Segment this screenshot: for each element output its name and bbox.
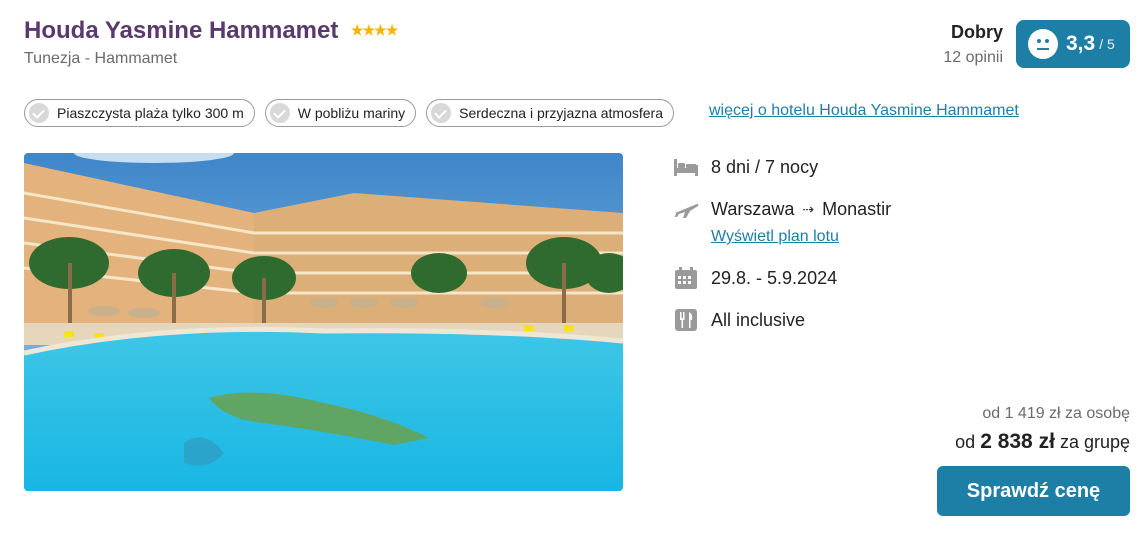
rating-max: / 5 [1099,36,1115,52]
reviews-count[interactable]: 12 opinii [943,49,1003,67]
rating-label: Dobry [950,22,1003,42]
board-text: All inclusive [711,309,806,330]
restaurant-icon [673,308,699,332]
trip-duration: 8 dni / 7 nocy [673,155,818,179]
calendar-icon [673,266,699,290]
flight-plan-link[interactable]: Wyświetl plan lotu [711,228,839,246]
feature-label: Piaszczysta plaża tylko 300 m [57,105,244,121]
hotel-title[interactable]: Houda Yasmine Hammamet ★★★★ [24,14,399,45]
hotel-photo[interactable] [24,153,623,491]
route-arrow-icon: ⇢ [802,200,815,217]
star-rating: ★★★★ [351,14,399,42]
price-group-amount: 2 838 zł [980,430,1055,453]
check-icon [29,103,49,123]
board-type: All inclusive [673,308,805,332]
rating-score: 3,3 [1066,32,1096,55]
duration-text: 8 dni / 7 nocy [711,156,819,177]
star-icon: ★ [362,22,376,38]
star-icon: ★ [385,22,399,38]
rating-badge[interactable]: 3,3 / 5 [1016,20,1130,68]
trip-dates: 29.8. - 5.9.2024 [673,266,837,290]
flight-route: Warszawa ⇢ Monastir [673,197,891,221]
airplane-icon [673,197,699,221]
feature-chip: Serdeczna i przyjazna atmosfera [426,99,674,127]
feature-chips: Piaszczysta plaża tylko 300 m W pobliżu … [24,99,674,127]
check-icon [269,103,290,123]
departure-city: Warszawa [711,198,795,219]
hotel-name[interactable]: Houda Yasmine Hammamet [24,17,338,44]
feature-chip: W pobliżu mariny [264,99,417,127]
star-icon: ★ [351,22,364,38]
arrival-city: Monastir [822,198,892,219]
feature-label: Serdeczna i przyjazna atmosfera [459,105,663,121]
feature-chip: Piaszczysta plaża tylko 300 m [24,99,255,127]
price-per-person: od 1 419 zł za osobę [982,405,1130,422]
price-group-prefix: od [955,432,976,452]
dates-text: 29.8. - 5.9.2024 [711,267,838,288]
check-price-button[interactable]: Sprawdź cenę [937,466,1130,516]
bed-icon [673,155,699,179]
feature-label: W pobliżu mariny [297,105,406,121]
more-about-hotel-link[interactable]: więcej o hotelu Houda Yasmine Hammamet [709,102,1019,120]
check-icon [431,103,452,123]
price-group: od 2 838 zł za grupę [955,430,1130,454]
price-group-suffix: za grupę [1059,432,1130,452]
hotel-location: Tunezja - Hammamet [24,50,178,67]
neutral-face-icon [1028,29,1058,59]
star-icon: ★ [374,22,387,38]
